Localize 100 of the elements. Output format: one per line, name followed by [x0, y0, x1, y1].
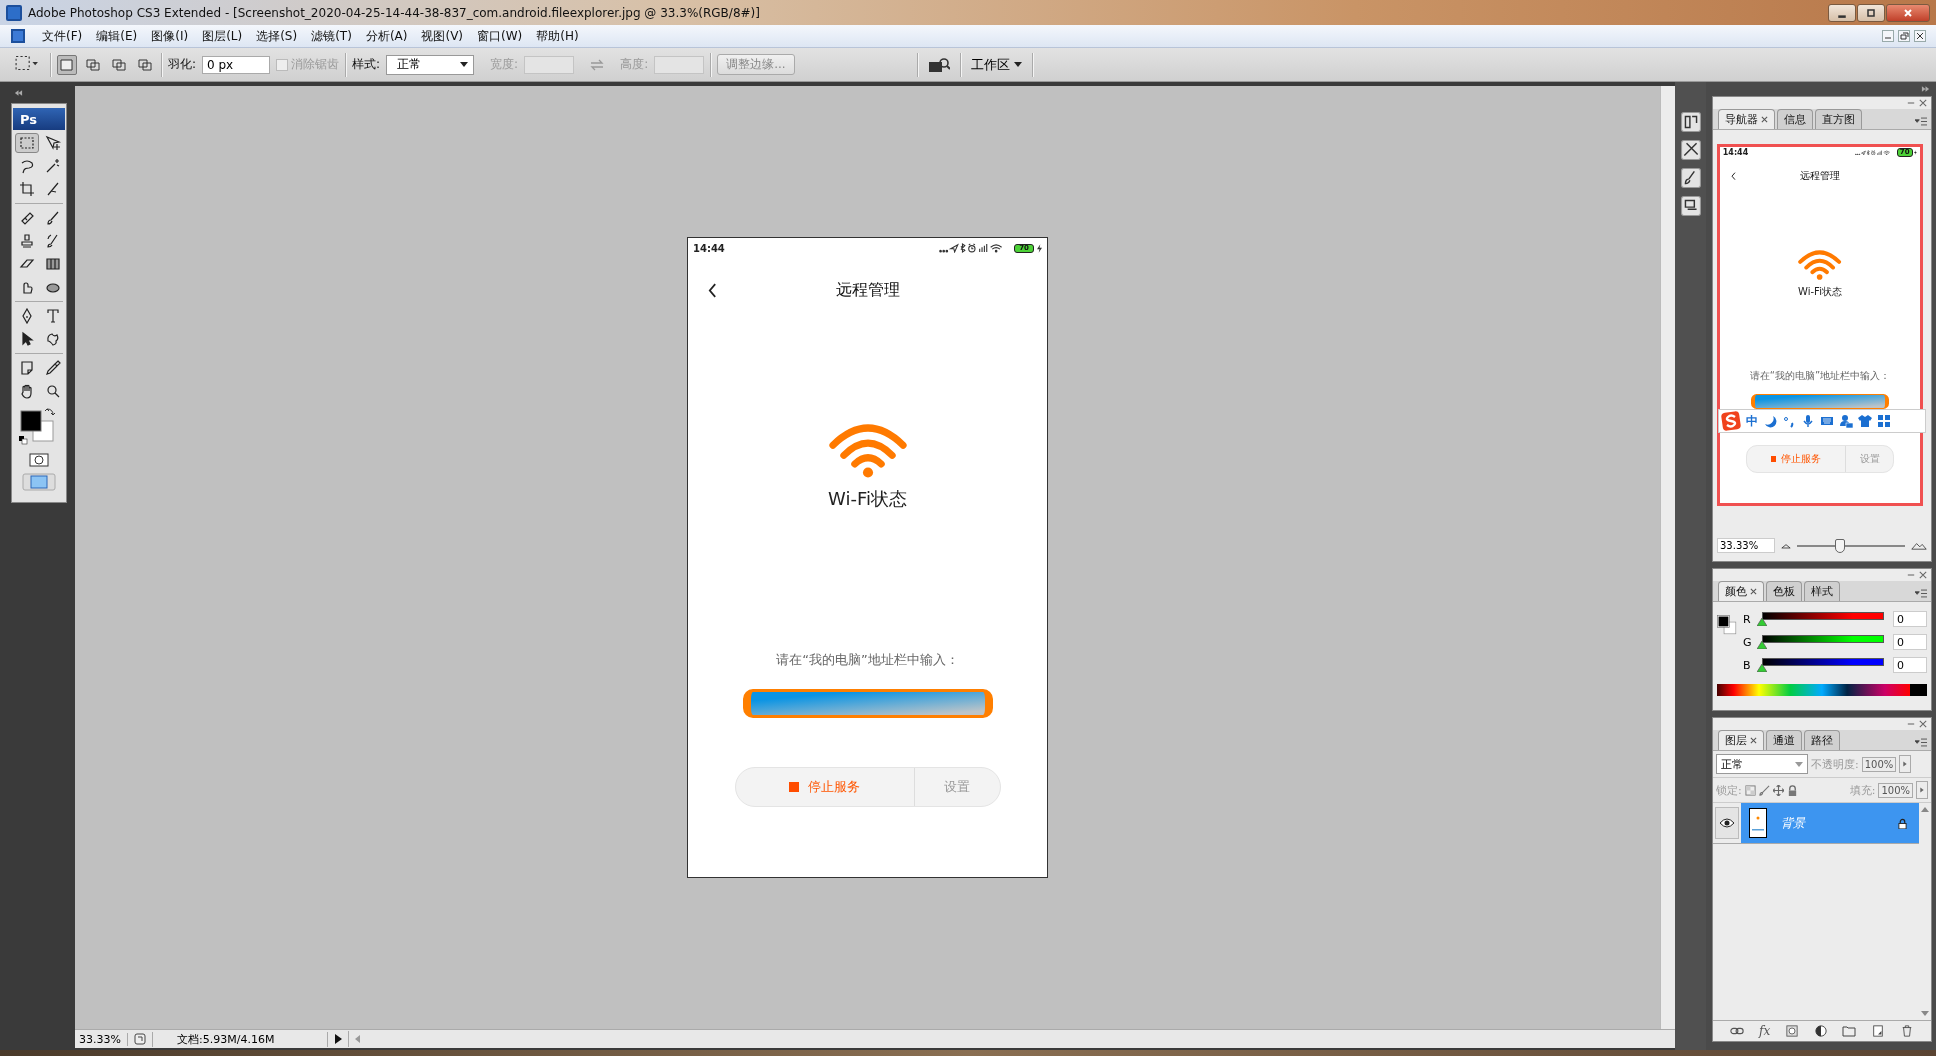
- ps-logo: Ps: [13, 108, 65, 130]
- punctuation-icon[interactable]: [1782, 414, 1796, 428]
- minimize-button[interactable]: [1828, 3, 1856, 22]
- panel-tab[interactable]: 图层: [1718, 730, 1764, 750]
- menu-item[interactable]: 选择(S): [250, 25, 304, 47]
- channel-value-field[interactable]: 0: [1893, 657, 1927, 673]
- menu-item[interactable]: 文件(F): [36, 25, 89, 47]
- channel-label: G: [1743, 635, 1753, 649]
- adjustment-layer-icon[interactable]: [1813, 1025, 1828, 1037]
- maximize-icon: [1866, 7, 1876, 18]
- vertical-scrollbar[interactable]: [1660, 86, 1675, 1029]
- status-info-icon[interactable]: [134, 1033, 146, 1045]
- link-icon[interactable]: [1730, 1025, 1745, 1037]
- document-icon: [10, 28, 26, 44]
- folder-icon[interactable]: [1842, 1025, 1857, 1037]
- move-icon[interactable]: [1772, 784, 1784, 796]
- shirt-icon[interactable]: [1858, 414, 1872, 428]
- scroll-down-icon[interactable]: [1921, 1011, 1929, 1016]
- slider-thumb[interactable]: [1757, 663, 1767, 672]
- zoom-field[interactable]: 33.33%: [1717, 538, 1775, 553]
- new-layer-icon[interactable]: [1870, 1025, 1885, 1037]
- panel-tab[interactable]: 导航器: [1718, 109, 1775, 129]
- panel-tab[interactable]: 色板: [1766, 581, 1802, 601]
- quick-mask-icon[interactable]: [29, 453, 49, 467]
- close-icon: [1903, 7, 1913, 18]
- selection-mode-icon[interactable]: [57, 54, 77, 75]
- blend-mode-dropdown[interactable]: 正常: [1716, 754, 1808, 774]
- eye-icon[interactable]: [1715, 807, 1739, 839]
- keyboard-icon[interactable]: [1820, 414, 1834, 428]
- menu-item[interactable]: 编辑(E): [90, 25, 144, 47]
- mask-icon[interactable]: [1784, 1025, 1799, 1037]
- maximize-button[interactable]: [1857, 3, 1885, 22]
- fill-label: 填充:: [1849, 782, 1876, 798]
- status-time: 14:44: [1722, 148, 1749, 158]
- scroll-up-icon[interactable]: [1921, 807, 1929, 812]
- menu-item[interactable]: 分析(A): [359, 25, 414, 47]
- restore-icon[interactable]: [1898, 30, 1910, 42]
- brushes-panel-icon[interactable]: [1680, 168, 1701, 188]
- slider-thumb[interactable]: [1757, 617, 1767, 626]
- anti-alias-label: 消除锯齿: [291, 56, 340, 73]
- wifi-status-label: Wi-Fi状态: [1798, 285, 1842, 300]
- panel-tab[interactable]: 信息: [1777, 109, 1813, 129]
- ime-logo-icon[interactable]: [1721, 411, 1741, 431]
- feather-field[interactable]: 0 px: [202, 55, 271, 74]
- app-icon: [6, 4, 22, 21]
- panel-menu-icon[interactable]: [1915, 589, 1927, 598]
- menu-item[interactable]: 帮助(H): [530, 25, 585, 47]
- collapse-icon[interactable]: [14, 90, 23, 96]
- slider-thumb[interactable]: [1835, 538, 1846, 553]
- opacity-field[interactable]: 100%: [1861, 756, 1897, 772]
- panel-tab[interactable]: 路径: [1804, 730, 1840, 750]
- channel-value-field[interactable]: 0: [1893, 611, 1927, 627]
- close-icon[interactable]: [1761, 116, 1768, 123]
- close-icon[interactable]: [1914, 30, 1926, 42]
- panel-tab[interactable]: 样式: [1804, 581, 1840, 601]
- workspace-button[interactable]: 工作区: [966, 55, 1026, 74]
- screen-title: 远程管理: [835, 279, 900, 301]
- menu-item[interactable]: 滤镜(T): [305, 25, 358, 47]
- instruction-text: 请在“我的电脑”地址栏中输入：: [1749, 369, 1891, 384]
- panel-tab[interactable]: 通道: [1766, 730, 1802, 750]
- slider-thumb[interactable]: [1757, 640, 1767, 649]
- moon-icon[interactable]: [1763, 414, 1777, 428]
- stop-icon: [789, 782, 800, 792]
- window-title: Adobe Photoshop CS3 Extended - [Screenshot_2020-04-25-14-44-38-837_com.android.fileexplorer.jpg @ 33.3%(RGB/8#)]: [28, 5, 760, 20]
- zoom-field[interactable]: 33.33%: [75, 1032, 128, 1046]
- panel-menu-icon[interactable]: [1915, 738, 1927, 747]
- close-button[interactable]: [1886, 3, 1930, 22]
- menu-item[interactable]: 图像(I): [145, 25, 195, 47]
- avatar-icon[interactable]: [1839, 414, 1853, 428]
- expand-icon[interactable]: [1921, 86, 1930, 92]
- bridge-icon[interactable]: [927, 56, 950, 73]
- menu-item[interactable]: 窗口(W): [471, 25, 529, 47]
- microphone-icon[interactable]: [1801, 414, 1815, 428]
- instruction-text: 请在“我的电脑”地址栏中输入：: [776, 651, 959, 669]
- status-menu-icon[interactable]: [334, 1034, 342, 1044]
- minimize-icon[interactable]: [1882, 30, 1894, 42]
- menu-item[interactable]: 视图(V): [415, 25, 470, 47]
- close-icon[interactable]: [1750, 737, 1757, 744]
- style-dropdown[interactable]: 正常: [386, 54, 475, 75]
- ime-mode-toggle[interactable]: 中: [1746, 412, 1758, 430]
- layer-style-button[interactable]: fx: [1759, 1024, 1771, 1038]
- brush-icon[interactable]: [1758, 784, 1770, 796]
- panel-tab[interactable]: 颜色: [1718, 581, 1764, 601]
- height-label: 高度:: [620, 56, 649, 73]
- zoom-in-icon[interactable]: [1911, 541, 1927, 550]
- grid-icon[interactable]: [1877, 414, 1891, 428]
- screen-title: 远程管理: [1800, 168, 1840, 183]
- panel-tab[interactable]: 直方图: [1815, 109, 1862, 129]
- lock-icon[interactable]: [1786, 784, 1798, 796]
- marquee-tool-icon[interactable]: [15, 133, 39, 153]
- zoom-out-icon[interactable]: [1781, 542, 1791, 549]
- panel-menu-icon[interactable]: [1915, 117, 1927, 126]
- channel-value-field[interactable]: 0: [1893, 634, 1927, 650]
- color-ramp[interactable]: [1717, 684, 1927, 696]
- menu-item[interactable]: 图层(L): [196, 25, 249, 47]
- back-icon[interactable]: [708, 282, 717, 298]
- back-icon[interactable]: [1731, 171, 1737, 180]
- fill-field[interactable]: 100%: [1878, 782, 1913, 798]
- layer-thumbnail: [1749, 808, 1767, 838]
- close-icon[interactable]: [1750, 588, 1757, 595]
